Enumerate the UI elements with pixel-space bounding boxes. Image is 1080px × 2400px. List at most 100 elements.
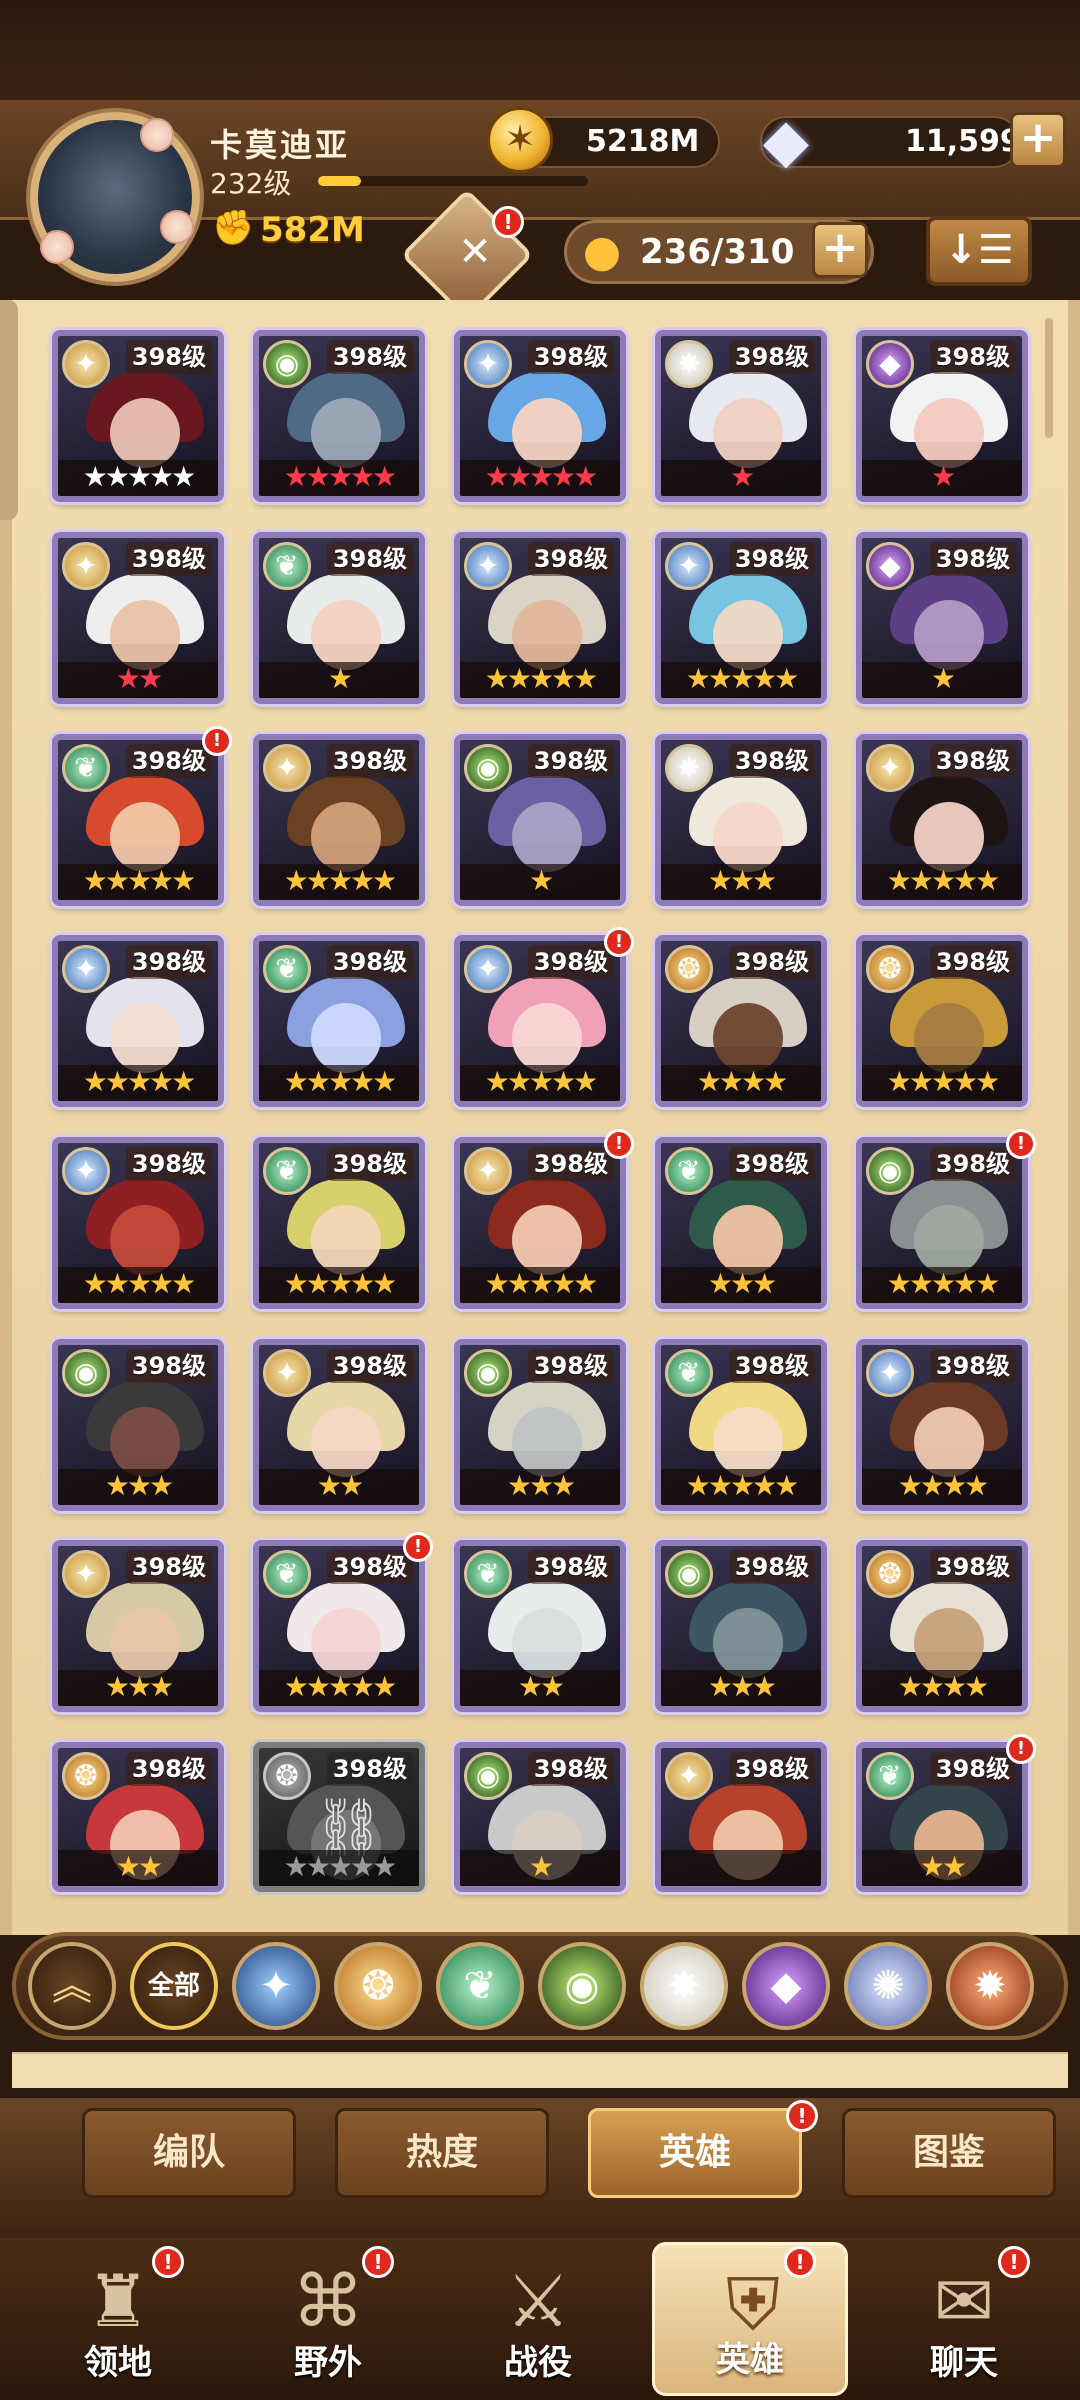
xp-bar: [318, 176, 588, 186]
hero-card[interactable]: ✦ 398级 ★★★★★: [52, 935, 224, 1107]
hero-face: [914, 398, 984, 468]
hero-stars: ★★★: [661, 864, 821, 900]
filter-celestial-button[interactable]: ✸: [640, 1942, 728, 2030]
hero-card[interactable]: ✸ 398级 ★★★: [655, 734, 827, 906]
hero-card[interactable]: ✦ 398级 ★★★★★: [856, 734, 1028, 906]
avatar-frame-flower: [40, 230, 74, 264]
hero-card[interactable]: ◆ 398级 ★: [856, 532, 1028, 704]
hero-card[interactable]: ✦ 398级 ★★★: [52, 1540, 224, 1712]
filter-wilder-button[interactable]: ❦: [436, 1942, 524, 2030]
hero-level: 398级: [728, 945, 815, 979]
hero-card[interactable]: ◉ 398级 ★: [454, 1742, 626, 1892]
hero-stars: ★★★★★: [862, 1065, 1022, 1101]
hero-card[interactable]: ◉ 398级 ★★★: [52, 1339, 224, 1511]
filter-collapse-button[interactable]: ︽: [28, 1942, 116, 2030]
hero-card[interactable]: ❂ 398级 ★★: [52, 1742, 224, 1892]
hero-card[interactable]: ✦ 398级 ★★★★: [856, 1339, 1028, 1511]
faction-celestial-icon: ✦: [62, 1550, 110, 1598]
filter-mauler-button[interactable]: ❂: [334, 1942, 422, 2030]
filter-all-button[interactable]: 全部: [130, 1942, 218, 2030]
filter-lightbearer-button[interactable]: ✦: [232, 1942, 320, 2030]
hero-card[interactable]: ❂ 398级 ★★★★★: [856, 935, 1028, 1107]
hero-level: 398级: [728, 744, 815, 778]
diamond-icon: ◆: [762, 106, 810, 176]
filter-hypogean-button[interactable]: ◆: [742, 1942, 830, 2030]
filter-graveborn-button[interactable]: ◉: [538, 1942, 626, 2030]
hero-card[interactable]: ❦ 398级 ★★★★★: [253, 1137, 425, 1309]
sort-button[interactable]: ↓☰: [926, 216, 1032, 286]
hero-card[interactable]: ❦ 398级 ★★★: [655, 1137, 827, 1309]
nav-map[interactable]: ⌘ 野外: [230, 2242, 426, 2396]
hero-card[interactable]: ◉ 398级 ★★★: [454, 1339, 626, 1511]
faction-lightbearer-icon: ✸: [665, 744, 713, 792]
hero-stars: ★★★★★: [460, 1267, 620, 1303]
faction-graveborn-icon: ◉: [866, 1147, 914, 1195]
subtab-3[interactable]: 图鉴: [842, 2108, 1056, 2198]
hero-level: 398级: [728, 1147, 815, 1181]
hero-card[interactable]: ✦ 398级 ★★★★★: [52, 330, 224, 502]
hero-card[interactable]: ❂ 398级 ★★★★: [856, 1540, 1028, 1712]
hero-card[interactable]: ◉ 398级 ★: [454, 734, 626, 906]
nav-label: 领地: [84, 2343, 152, 2383]
hero-card[interactable]: ✦ 398级 ★★★★★: [454, 935, 626, 1107]
hero-face: [914, 802, 984, 872]
hero-level: 398级: [728, 1550, 815, 1584]
hero-card[interactable]: ◉ 398级 ★★★★★: [253, 330, 425, 502]
nav-castle[interactable]: ♜ 领地: [20, 2242, 216, 2396]
hero-stars: ★★: [460, 1670, 620, 1706]
add-diamonds-button[interactable]: +: [1010, 112, 1066, 168]
expand-roster-button[interactable]: +: [812, 222, 868, 278]
subtab-1[interactable]: 热度: [335, 2108, 549, 2198]
nav-chat[interactable]: ✉ 聊天: [866, 2242, 1062, 2396]
nav-label: 聊天: [930, 2343, 998, 2383]
faction-celestial-blue-icon: ✦: [464, 542, 512, 590]
hero-level: 398级: [929, 1752, 1016, 1786]
gold-coin-icon: ✶: [487, 107, 553, 173]
hero-card[interactable]: ✦ 398级 ★★: [52, 532, 224, 704]
hero-card[interactable]: ✦ 398级 ★★: [253, 1339, 425, 1511]
xp-bar-fill: [318, 176, 362, 186]
hero-card[interactable]: ◉ 398级 ★★★: [655, 1540, 827, 1712]
hero-stars: ★★★★: [862, 1469, 1022, 1505]
hero-level: 398级: [527, 1752, 614, 1786]
filter-fire-button[interactable]: ✹: [946, 1942, 1034, 2030]
faction-graveborn-icon: ◉: [464, 744, 512, 792]
hero-card[interactable]: ◆ 398级 ★: [856, 330, 1028, 502]
faction-celestial-blue-icon: ✦: [464, 945, 512, 993]
hero-stars: ★: [460, 864, 620, 900]
hero-card[interactable]: ❦ 398级 ★★: [856, 1742, 1028, 1892]
hero-card[interactable]: ❦ 398级 ★★★★★: [253, 935, 425, 1107]
nav-notification-badge: !: [998, 2246, 1030, 2278]
hero-card[interactable]: ❂ 398级 ★★★★: [655, 935, 827, 1107]
hero-face: [311, 1407, 381, 1477]
hero-card[interactable]: ❦ 398级 ★★★★★: [655, 1339, 827, 1511]
hero-stars: ★★★★: [862, 1670, 1022, 1706]
hero-face: [110, 398, 180, 468]
hero-card[interactable]: ❦ 398级 ★★★★★: [52, 734, 224, 906]
hero-card[interactable]: ✦ 398级 ★★★★★: [253, 734, 425, 906]
hero-stars: ★★★★★: [460, 460, 620, 496]
hero-card[interactable]: ❦ 398级 ★★: [454, 1540, 626, 1712]
hero-card[interactable]: ✦ 398级 ★★★★★: [454, 330, 626, 502]
faction-graveborn-icon: ◉: [263, 340, 311, 388]
hero-level: 398级: [125, 340, 212, 374]
subtab-2[interactable]: 英雄: [588, 2108, 802, 2198]
side-handle[interactable]: [0, 300, 18, 520]
nav-hero-helmet[interactable]: ⛨ 英雄: [652, 2242, 848, 2396]
hero-card[interactable]: ✸ 398级 ★: [655, 330, 827, 502]
scrollbar[interactable]: [1045, 318, 1053, 438]
hero-card[interactable]: ✦ 398级 ★★★★★: [52, 1137, 224, 1309]
hero-card[interactable]: ❦ 398级 ★: [253, 532, 425, 704]
hero-level: 398级: [326, 1147, 413, 1181]
subtab-0[interactable]: 编队: [82, 2108, 296, 2198]
hero-card[interactable]: ✦ 398级 ★★★★★: [454, 1137, 626, 1309]
hero-card[interactable]: ◉ 398级 ★★★★★: [856, 1137, 1028, 1309]
filter-dimensional-button[interactable]: ✺: [844, 1942, 932, 2030]
hero-notification-badge: !: [1006, 1129, 1036, 1159]
hero-card[interactable]: ✦ 398级 ★★★★★: [655, 532, 827, 704]
nav-sword[interactable]: ⚔ 战役: [440, 2242, 636, 2396]
hero-card[interactable]: ✦ 398级: [655, 1742, 827, 1892]
hero-card[interactable]: ✦ 398级 ★★★★★: [454, 532, 626, 704]
hero-card[interactable]: ⛓ ❂ 398级 ★★★★★: [253, 1742, 425, 1892]
hero-card[interactable]: ❦ 398级 ★★★★★: [253, 1540, 425, 1712]
